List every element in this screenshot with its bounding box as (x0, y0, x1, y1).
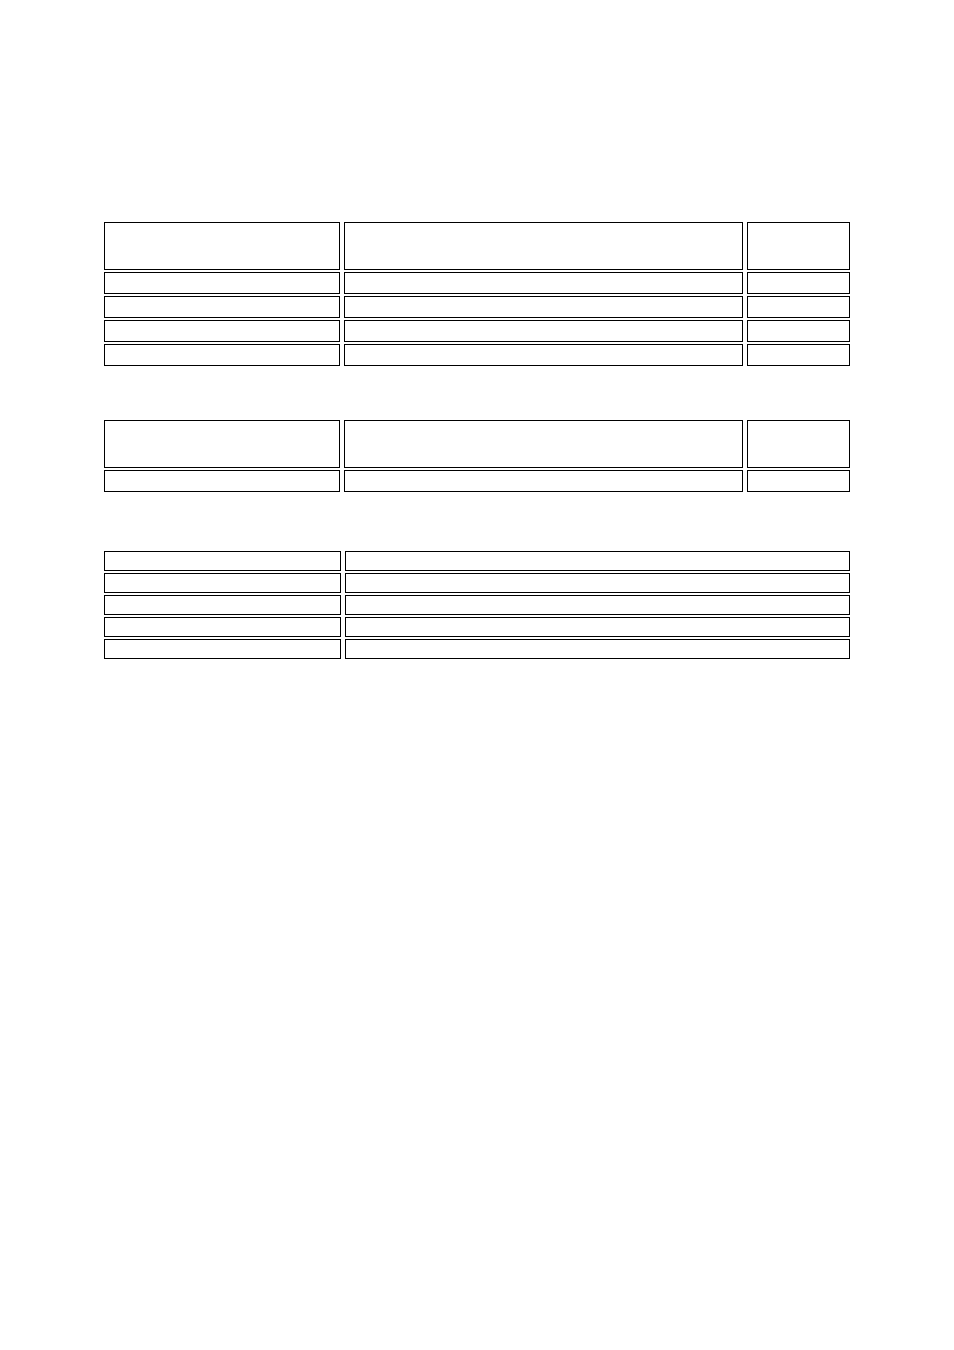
table-cell (344, 222, 743, 270)
table-1 (100, 220, 854, 368)
table-cell (344, 320, 743, 342)
table-row (104, 639, 850, 659)
table-cell (104, 296, 340, 318)
table-cell (104, 595, 341, 615)
table-cell (747, 420, 850, 468)
table-row (104, 296, 850, 318)
table-cell (344, 296, 743, 318)
table-cell (747, 272, 850, 294)
table-row (104, 470, 850, 492)
table-row (104, 551, 850, 571)
table-cell (104, 573, 341, 593)
table-cell (104, 617, 341, 637)
table-cell (104, 551, 341, 571)
table-cell (345, 639, 850, 659)
table-row (104, 420, 850, 468)
table-row (104, 617, 850, 637)
table-row (104, 595, 850, 615)
table-cell (344, 344, 743, 366)
table-cell (747, 222, 850, 270)
table-row (104, 272, 850, 294)
table-cell (104, 222, 340, 270)
table-cell (747, 470, 850, 492)
table-row (104, 344, 850, 366)
page-content (0, 0, 954, 811)
table-row (104, 222, 850, 270)
table-cell (104, 420, 340, 468)
table-cell (345, 595, 850, 615)
table-cell (345, 617, 850, 637)
table-row (104, 573, 850, 593)
table-cell (747, 320, 850, 342)
table-cell (104, 470, 340, 492)
table-row (104, 320, 850, 342)
table-cell (104, 272, 340, 294)
table-cell (344, 470, 743, 492)
table-cell (344, 420, 743, 468)
table-cell (344, 272, 743, 294)
table-cell (104, 639, 341, 659)
table-cell (747, 344, 850, 366)
table-cell (747, 296, 850, 318)
table-cell (104, 320, 340, 342)
table-3 (100, 549, 854, 661)
table-cell (345, 551, 850, 571)
table-2 (100, 418, 854, 494)
table-cell (104, 344, 340, 366)
table-cell (345, 573, 850, 593)
